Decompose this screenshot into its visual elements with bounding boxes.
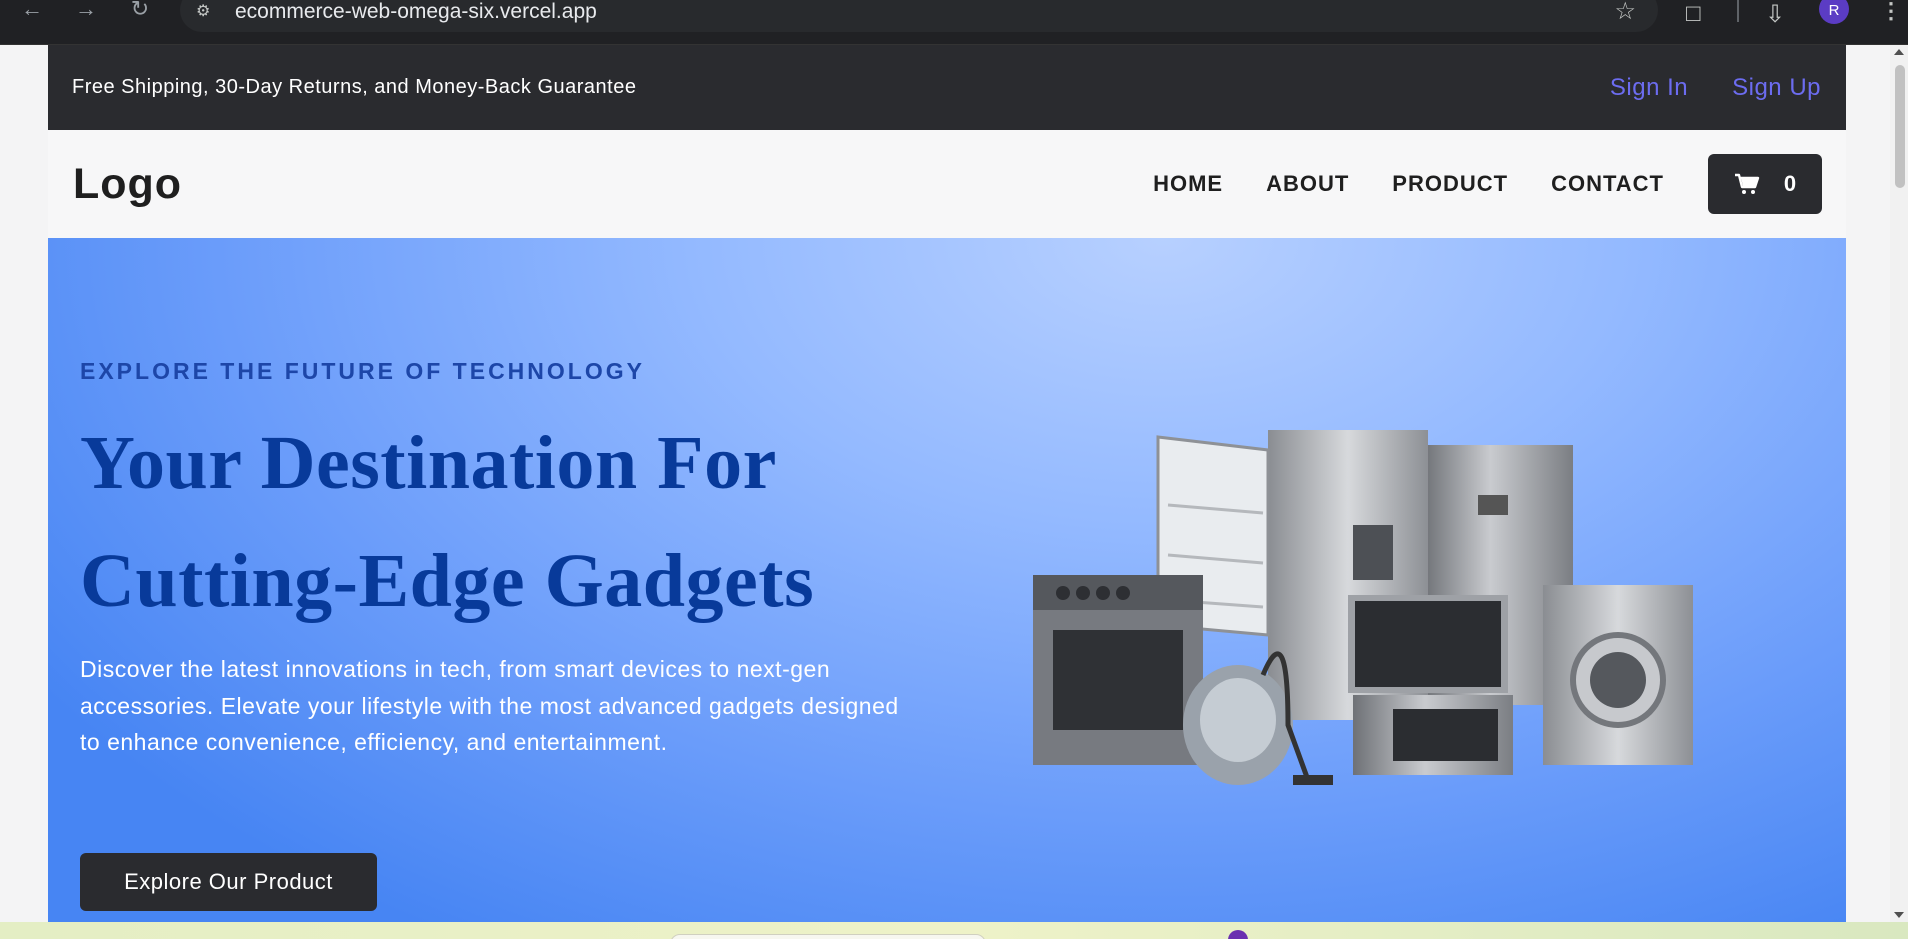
bookmark-star-icon[interactable]: ☆ [1614,0,1636,24]
scroll-down-arrow-icon[interactable] [1894,912,1904,918]
arrow-left-icon[interactable]: ← [18,0,46,22]
address-bar[interactable]: ⚙ ecommerce-web-omega-six.vercel.app ☆ [180,0,1658,32]
scrollbar-thumb[interactable] [1895,65,1905,188]
cart-button[interactable]: 0 [1708,154,1822,214]
appliances-image [1033,430,1693,785]
nav-home[interactable]: HOME [1153,171,1223,197]
hero-kicker: EXPLORE THE FUTURE OF TECHNOLOGY [80,358,645,384]
nav-contact[interactable]: CONTACT [1551,171,1664,197]
cart-count: 0 [1783,171,1797,196]
promo-text: Free Shipping, 30-Day Returns, and Money… [72,76,637,98]
extensions-icon[interactable]: □ [1686,0,1701,28]
main-navbar: Logo HOME ABOUT PRODUCT CONTACT 0 [48,130,1846,238]
kebab-menu-icon[interactable]: ⋮ [1880,0,1902,24]
auth-links: Sign In Sign Up [1610,74,1821,102]
nav-about[interactable]: ABOUT [1266,171,1349,197]
download-icon[interactable]: ⇩ [1765,0,1785,29]
profile-avatar[interactable]: R [1819,0,1849,24]
hero-description: Discover the latest innovations in tech,… [80,656,899,755]
hero-section: EXPLORE THE FUTURE OF TECHNOLOGY Your De… [48,238,1846,922]
page-scrollbar[interactable] [1890,45,1908,922]
announcement-bar: Free Shipping, 30-Day Returns, and Money… [48,45,1846,130]
explore-product-button[interactable]: Explore Our Product [80,853,377,911]
reload-icon[interactable]: ↻ [126,0,154,22]
sign-up-link[interactable]: Sign Up [1732,74,1821,102]
arrow-right-icon[interactable]: → [72,0,100,22]
nav-product[interactable]: PRODUCT [1392,171,1508,197]
taskbar-search[interactable] [670,934,986,939]
url-text[interactable]: ecommerce-web-omega-six.vercel.app [235,0,597,24]
website: Free Shipping, 30-Day Returns, and Money… [48,45,1846,922]
site-logo[interactable]: Logo [73,160,182,209]
site-settings-icon[interactable]: ⚙ [196,4,218,20]
sign-in-link[interactable]: Sign In [1610,74,1688,102]
os-taskbar [0,922,1908,939]
taskbar-app-icon[interactable] [1228,930,1248,939]
headline-line-1: Your Destination For [80,421,777,505]
toolbar-divider [1737,0,1739,22]
shopping-cart-icon [1734,173,1760,194]
nav-links: HOME ABOUT PRODUCT CONTACT [1153,171,1664,197]
hero-headline: Your Destination For Cutting-Edge Gadget… [80,404,940,640]
scroll-up-arrow-icon[interactable] [1894,49,1904,55]
navbar-right: HOME ABOUT PRODUCT CONTACT 0 [1153,154,1822,214]
headline-line-2: Cutting-Edge Gadgets [80,539,815,623]
browser-toolbar: ← → ↻ ⚙ ecommerce-web-omega-six.vercel.a… [0,0,1908,45]
